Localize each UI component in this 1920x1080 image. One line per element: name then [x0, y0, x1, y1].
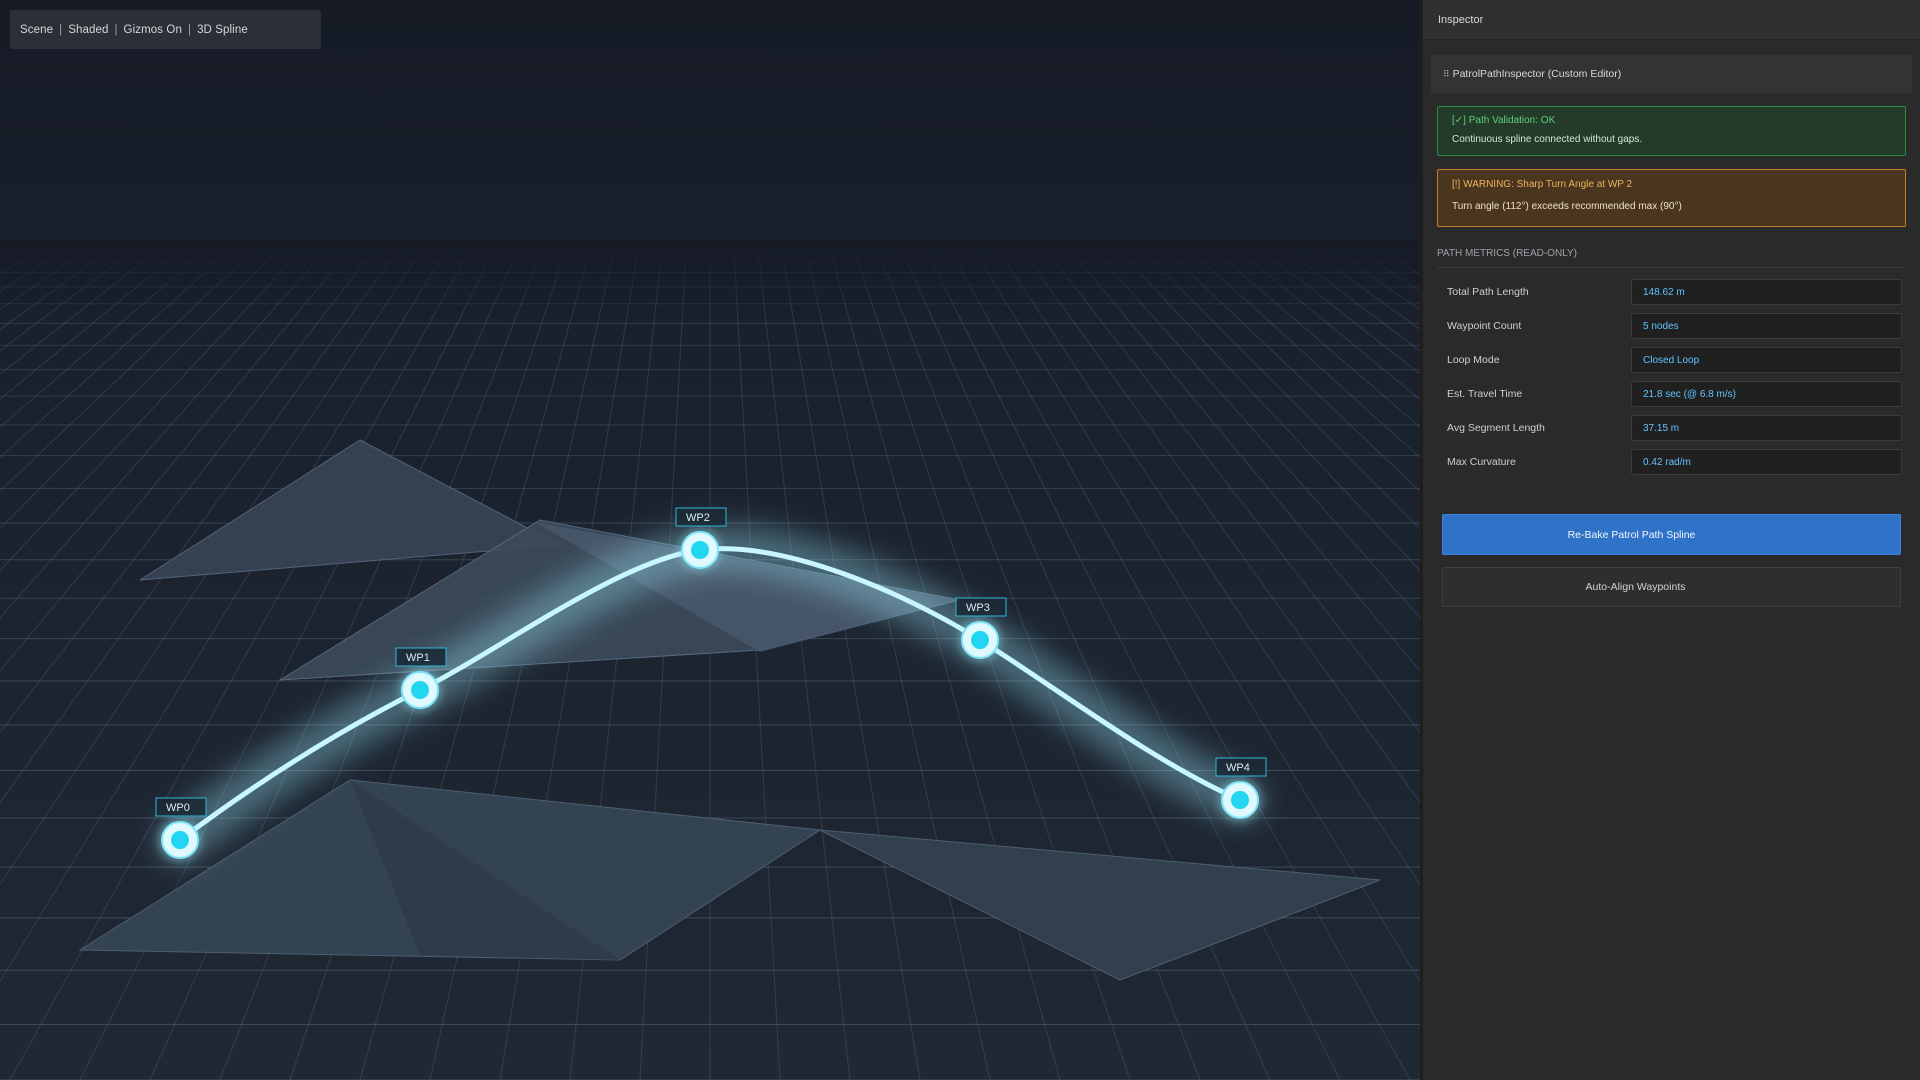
waypoint-node[interactable] — [971, 631, 989, 649]
validation-ok-box: [✓] Path Validation: OK Continuous splin… — [1437, 106, 1906, 156]
metrics-section-title: PATH METRICS (READ-ONLY) — [1437, 248, 1906, 268]
grip-icon[interactable]: ⠿ — [1443, 69, 1450, 80]
grid-line — [0, 249, 279, 530]
grid-line — [0, 249, 111, 331]
grid-line — [781, 249, 921, 1080]
shading-mode-label[interactable]: Shaded — [68, 24, 108, 36]
component-title: PatrolPathInspector (Custom Editor) — [1452, 68, 1622, 80]
grid-line — [639, 249, 687, 1080]
metric-label: Avg Segment Length — [1447, 422, 1545, 434]
grid-line — [1309, 249, 1420, 331]
warning-title-row: [!] WARNING: Sharp Turn Angle at WP 2 — [1452, 179, 1891, 190]
metric-label: Max Curvature — [1447, 456, 1516, 468]
waypoint-label: WP0 — [166, 802, 190, 814]
waypoint-node[interactable] — [411, 681, 429, 699]
terrain-meshes — [78, 439, 1381, 981]
metric-row: Waypoint Count 5 nodes — [1447, 309, 1906, 343]
inspector-panel: Inspector ⠿ PatrolPathInspector (Custom … — [1420, 0, 1920, 1080]
grid-line — [1357, 249, 1420, 293]
metric-value-field: 5 nodes — [1631, 313, 1902, 339]
metric-row: Avg Segment Length 37.15 m — [1447, 411, 1906, 445]
grid-line — [1381, 249, 1420, 276]
grid-line — [0, 249, 39, 276]
metric-row: Loop Mode Closed Loop — [1447, 343, 1906, 377]
scene-canvas[interactable]: WP0 WP1 WP2 WP3 WP4 — [0, 0, 1420, 1080]
waypoint-node[interactable] — [1231, 791, 1249, 809]
grid-line — [1285, 249, 1420, 352]
grid-line — [805, 249, 991, 1080]
warning-box: [!] WARNING: Sharp Turn Angle at WP 2 Tu… — [1437, 169, 1906, 227]
grid-line — [0, 249, 15, 260]
check-icon: [✓] — [1452, 115, 1466, 126]
grid-line — [757, 249, 851, 1080]
waypoint-label: WP1 — [406, 652, 430, 664]
waypoint-label: WP2 — [686, 512, 710, 524]
scene-viewport[interactable]: WP0 WP1 WP2 WP3 WP4 Scene | Shaded | Gizmos … — [0, 0, 1420, 1080]
rebake-spline-button[interactable]: Re-Bake Patrol Path Spline — [1442, 514, 1901, 555]
grid-line — [0, 249, 183, 400]
toolbar-separator: | — [59, 23, 63, 36]
validation-message: Continuous spline connected without gaps… — [1452, 134, 1643, 145]
waypoint-node[interactable] — [691, 541, 709, 559]
metric-label: Total Path Length — [1447, 286, 1529, 298]
metric-value-field: 37.15 m — [1631, 415, 1902, 441]
ground-grid — [0, 249, 1420, 1080]
grid-line — [0, 249, 87, 311]
metric-value-field: 0.42 rad/m — [1631, 449, 1902, 475]
editor-window: WP0 WP1 WP2 WP3 WP4 Scene | Shaded | Gizmos … — [0, 0, 1920, 1080]
grid-line — [733, 249, 781, 1080]
inspector-header: Inspector — [1423, 0, 1920, 40]
metric-row: Max Curvature 0.42 rad/m — [1447, 445, 1906, 479]
metric-row: Total Path Length 148.62 m — [1447, 275, 1906, 309]
toolbar-separator: | — [187, 23, 192, 36]
grid-line — [1189, 249, 1420, 459]
horizon-fade — [0, 240, 1420, 320]
waypoint-node[interactable] — [171, 831, 189, 849]
auto-align-button[interactable]: Auto-Align Waypoints — [1442, 567, 1901, 607]
gizmos-toggle-label[interactable]: Gizmos On — [124, 24, 182, 36]
warning-icon: [!] — [1452, 179, 1461, 190]
metric-label: Est. Travel Time — [1447, 388, 1523, 400]
grid-line — [0, 249, 303, 572]
component-header[interactable]: ⠿ PatrolPathInspector (Custom Editor) — [1431, 55, 1912, 93]
grid-line — [1237, 249, 1420, 400]
grid-line — [1405, 249, 1420, 260]
metrics-list: Total Path Length 148.62 m Waypoint Coun… — [1447, 275, 1906, 479]
grid-line — [997, 249, 1420, 886]
grid-line — [1333, 249, 1420, 311]
validation-title: Path Validation: OK — [1468, 115, 1556, 126]
metric-row: Est. Travel Time 21.8 sec (@ 6.8 m/s) — [1447, 377, 1906, 411]
validation-title-row: [✓] Path Validation: OK — [1452, 115, 1891, 126]
metric-value-field: 148.62 m — [1631, 279, 1902, 305]
scene-mode-label[interactable]: Scene — [20, 24, 53, 36]
terrain-plane — [819, 829, 1381, 981]
metric-label: Waypoint Count — [1447, 320, 1522, 332]
toolbar-separator: | — [114, 23, 118, 36]
metric-label: Loop Mode — [1447, 354, 1500, 366]
grid-line — [0, 249, 135, 352]
grid-line — [0, 249, 231, 459]
metric-value-field: 21.8 sec (@ 6.8 m/s) — [1631, 381, 1902, 407]
waypoint-label: WP4 — [1226, 762, 1250, 774]
warning-title: WARNING: Sharp Turn Angle at WP 2 — [1463, 179, 1633, 190]
waypoint-label: WP3 — [966, 602, 990, 614]
inspector-title: Inspector — [1438, 13, 1484, 26]
view-type-label[interactable]: 3D Spline — [197, 24, 248, 36]
metric-value-field: Closed Loop — [1631, 347, 1902, 373]
warning-message: Turn angle (112°) exceeds recommended ma… — [1452, 201, 1682, 212]
scene-toolbar: Scene | Shaded | Gizmos On | 3D Spline — [10, 10, 321, 49]
grid-line — [0, 249, 63, 293]
